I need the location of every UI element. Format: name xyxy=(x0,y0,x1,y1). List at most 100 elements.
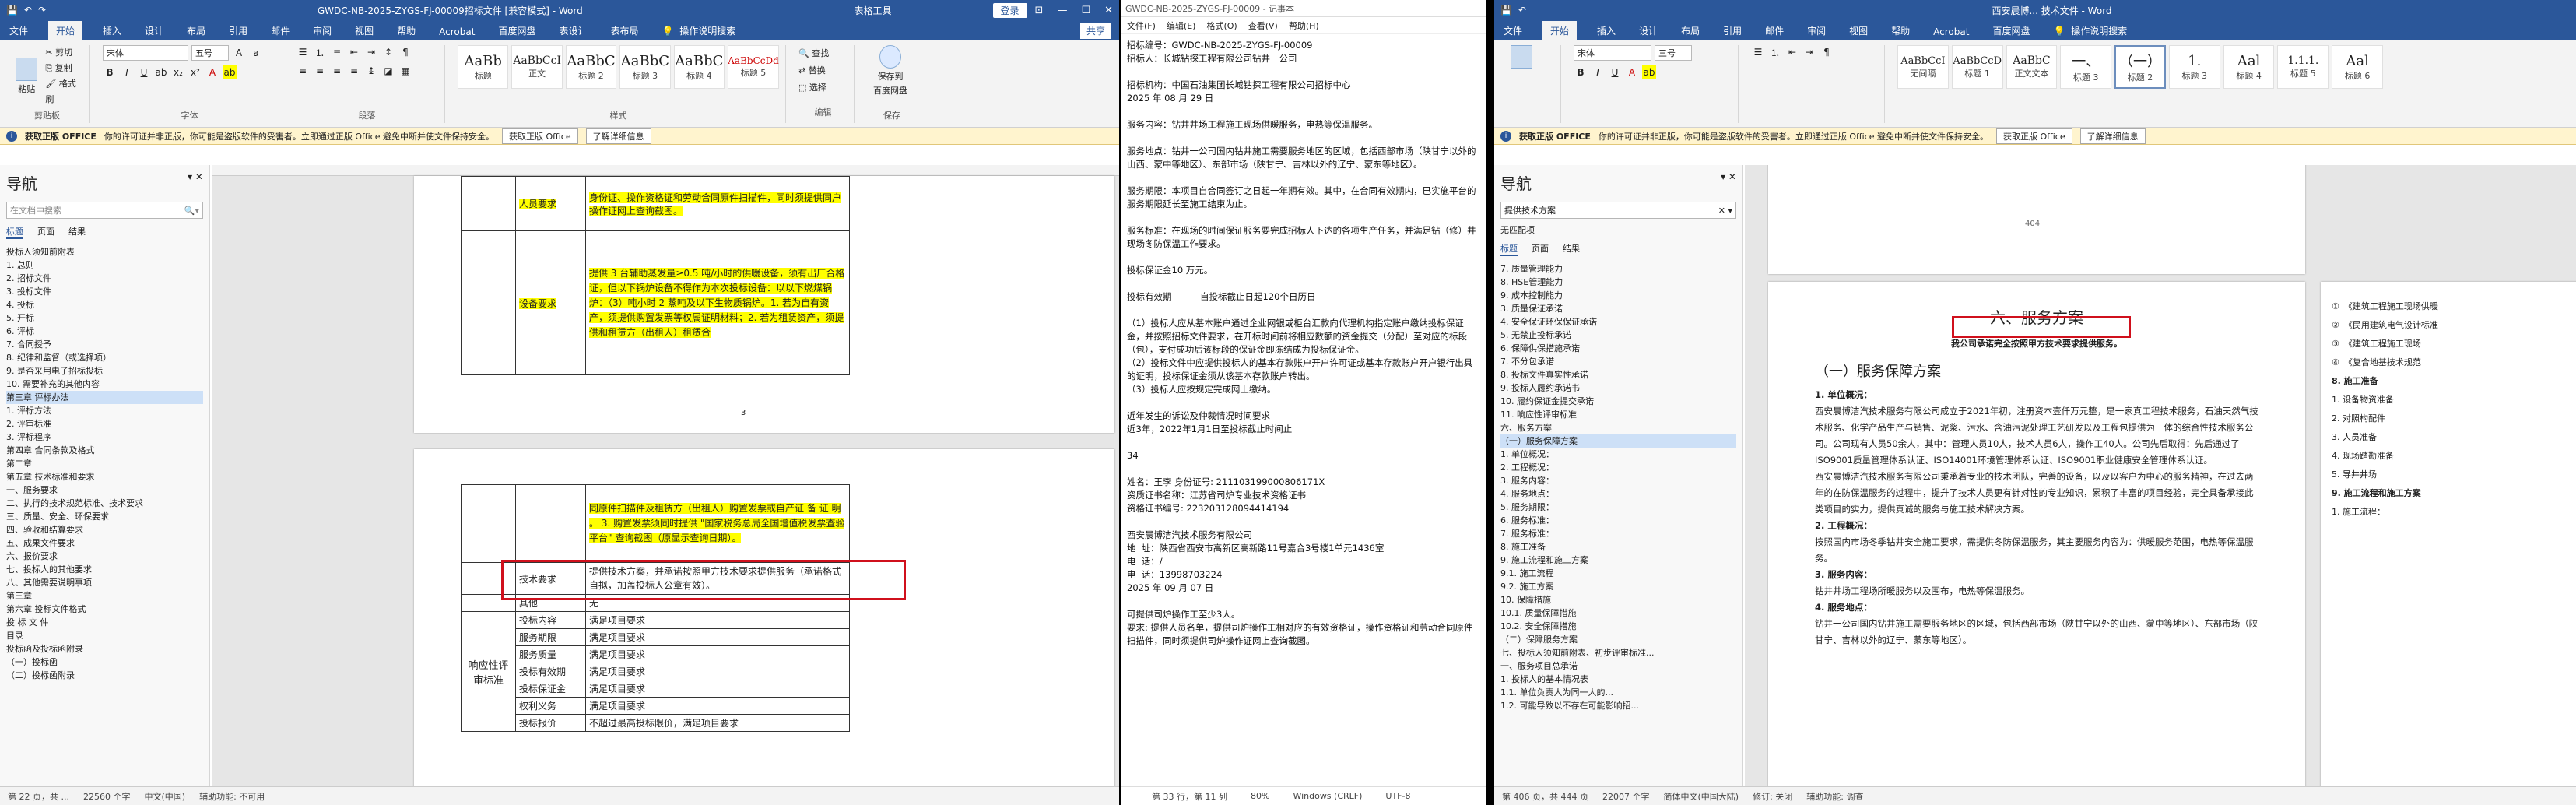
tab-home[interactable]: 开始 xyxy=(48,21,83,40)
tab-acrobat[interactable]: Acrobat xyxy=(1930,23,1972,40)
italic-icon[interactable]: I xyxy=(120,65,134,79)
tab-help[interactable]: 帮助 xyxy=(1888,21,1913,40)
undo-icon[interactable]: ↶ xyxy=(24,5,32,16)
font-name-combo[interactable]: 宋体 xyxy=(103,45,188,61)
shrink-font-icon[interactable]: a xyxy=(249,46,263,60)
nav-heading-item[interactable]: （一）服务保障方案 xyxy=(1500,434,1736,448)
nav-heading-item[interactable]: 1. 总则 xyxy=(6,258,203,272)
nav-heading-item[interactable]: 五、成果文件要求 xyxy=(6,536,203,550)
highlight-icon[interactable]: ab xyxy=(223,65,237,79)
tab-layout[interactable]: 布局 xyxy=(184,21,209,40)
nav-heading-item[interactable]: 7. 服务标准： xyxy=(1500,527,1736,540)
nav-tab-headings[interactable]: 标题 xyxy=(6,225,23,239)
nav-heading-item[interactable]: 一、服务项目总承诺 xyxy=(1500,659,1736,673)
language-indicator[interactable]: 中文(中国) xyxy=(144,790,185,803)
table-cell[interactable]: 满足项目要求 xyxy=(585,645,850,663)
style-item[interactable]: AaBb 标题 xyxy=(458,45,509,89)
underline-icon[interactable]: U xyxy=(1608,65,1622,79)
increase-indent-icon[interactable]: ⇥ xyxy=(364,45,378,59)
nav-heading-item[interactable]: 9. 施工流程和施工方案 xyxy=(1500,554,1736,567)
justify-icon[interactable]: ≡ xyxy=(347,64,361,78)
word-count[interactable]: 22560 个字 xyxy=(83,790,131,803)
nav-heading-item[interactable]: 七、投标人须知前附表、初步评审标准... xyxy=(1500,646,1736,659)
nav-heading-item[interactable]: （一）投标函 xyxy=(6,656,203,669)
tab-baidu[interactable]: 百度网盘 xyxy=(495,21,539,40)
nav-heading-item[interactable]: 8. 施工准备 xyxy=(1500,540,1736,554)
page-count[interactable]: 第 406 页，共 444 页 xyxy=(1502,790,1588,803)
table-cell[interactable]: 同原件扫描件及租赁方（出租人）购置发票或自产证 备 证 明 。 3. 购置发票须… xyxy=(585,484,850,563)
table-cell[interactable]: 满足项目要求 xyxy=(585,611,850,629)
nav-close-icon[interactable]: ▾ ✕ xyxy=(1721,171,1736,194)
style-item[interactable]: AaBbCcI 正文 xyxy=(511,45,563,89)
get-office-button[interactable]: 获取正版 Office xyxy=(1996,128,2072,144)
tab-mailings[interactable]: 邮件 xyxy=(1762,21,1787,40)
nav-heading-item[interactable]: 1. 投标人的基本情况表 xyxy=(1500,673,1736,686)
nav-heading-item[interactable]: 第三章 评标办法 xyxy=(6,391,203,404)
style-item[interactable]: AaBbCcDd 标题 5 xyxy=(728,45,780,89)
nav-tab-results[interactable]: 结果 xyxy=(1563,242,1580,256)
menu-edit[interactable]: 编辑(E) xyxy=(1167,19,1196,31)
nav-heading-item[interactable]: 二、执行的技术规范标准、技术要求 xyxy=(6,497,203,510)
nav-heading-item[interactable]: 六、服务方案 xyxy=(1500,421,1736,434)
nav-heading-item[interactable]: 六、报价要求 xyxy=(6,550,203,563)
tab-baidu[interactable]: 百度网盘 xyxy=(1989,21,2033,40)
learn-more-button[interactable]: 了解详细信息 xyxy=(2079,128,2146,144)
close-icon[interactable]: ✕ xyxy=(1104,5,1113,16)
underline-icon[interactable]: U xyxy=(137,65,151,79)
cut-button[interactable]: ✂ 剪切 xyxy=(45,45,83,61)
nav-heading-item[interactable]: 9.2. 施工方案 xyxy=(1500,580,1736,593)
nav-heading-item[interactable]: 11. 响应性评审标准 xyxy=(1500,408,1736,421)
tab-view[interactable]: 视图 xyxy=(1846,21,1871,40)
nav-heading-item[interactable]: 8. HSE管理能力 xyxy=(1500,276,1736,289)
nav-heading-item[interactable]: （二）保障服务方案 xyxy=(1500,633,1736,646)
align-right-icon[interactable]: ≡ xyxy=(330,64,344,78)
menu-format[interactable]: 格式(O) xyxy=(1206,19,1237,31)
login-button[interactable]: 登录 xyxy=(992,2,1027,18)
show-marks-icon[interactable]: ¶ xyxy=(398,45,412,59)
undo-icon[interactable]: ↶ xyxy=(1518,5,1526,16)
increase-indent-icon[interactable]: ⇥ xyxy=(1802,45,1816,59)
ribbon-display-icon[interactable]: ⊡ xyxy=(1035,5,1044,16)
nav-heading-item[interactable]: 3. 投标文件 xyxy=(6,285,203,298)
nav-heading-item[interactable]: 10. 需要补充的其他内容 xyxy=(6,378,203,391)
redo-icon[interactable]: ↷ xyxy=(38,5,46,16)
nav-heading-item[interactable]: 投标人须知前附表 xyxy=(6,245,203,258)
tab-file[interactable]: 文件 xyxy=(1500,21,1525,40)
nav-heading-item[interactable]: 8. 投标文件真实性承诺 xyxy=(1500,368,1736,381)
bullets-icon[interactable]: ☰ xyxy=(296,45,310,59)
nav-heading-item[interactable]: 2. 工程概况： xyxy=(1500,461,1736,474)
style-item[interactable]: 1. 标题 3 xyxy=(2168,45,2220,89)
nav-heading-item[interactable]: 3. 服务内容： xyxy=(1500,474,1736,487)
tab-review[interactable]: 审阅 xyxy=(1804,21,1829,40)
numbering-icon[interactable]: ⒈ xyxy=(1768,45,1782,59)
table-cell[interactable]: 满足项目要求 xyxy=(585,680,850,698)
nav-heading-item[interactable]: 八、其他需要说明事项 xyxy=(6,576,203,589)
nav-search-input[interactable]: 提供技术方案 ✕ ▾ xyxy=(1500,202,1736,219)
menu-file[interactable]: 文件(F) xyxy=(1127,19,1156,31)
bold-icon[interactable]: B xyxy=(103,65,117,79)
nav-heading-item[interactable]: 2. 评审标准 xyxy=(6,417,203,431)
show-marks-icon[interactable]: ¶ xyxy=(1820,45,1834,59)
nav-heading-item[interactable]: 四、验收和结算要求 xyxy=(6,523,203,536)
accessibility-indicator[interactable]: 辅助功能: 调查 xyxy=(1806,790,1863,803)
page-count[interactable]: 第 22 页，共 ... xyxy=(8,790,69,803)
table-cell[interactable]: 满足项目要求 xyxy=(585,628,850,646)
save-icon[interactable]: 💾 xyxy=(6,5,18,16)
learn-more-button[interactable]: 了解详细信息 xyxy=(585,128,651,144)
grow-font-icon[interactable]: A xyxy=(232,46,246,60)
tab-insert[interactable]: 插入 xyxy=(100,21,125,40)
style-item[interactable]: AaBbCcI 无间隔 xyxy=(1897,45,1949,89)
maximize-icon[interactable]: ☐ xyxy=(1081,5,1090,16)
tab-design[interactable]: 设计 xyxy=(142,21,167,40)
table-cell[interactable]: 不超过最高投标限价，满足项目要求 xyxy=(585,714,850,732)
decrease-indent-icon[interactable]: ⇤ xyxy=(1785,45,1799,59)
style-item[interactable]: Aal 标题 4 xyxy=(2223,45,2275,89)
nav-heading-item[interactable]: 4. 投标 xyxy=(6,298,203,311)
align-center-icon[interactable]: ≡ xyxy=(313,64,327,78)
nav-heading-item[interactable]: 第六章 投标文件格式 xyxy=(6,603,203,616)
font-size-combo[interactable]: 三号 xyxy=(1655,45,1692,61)
bold-icon[interactable]: B xyxy=(1574,65,1588,79)
nav-tab-results[interactable]: 结果 xyxy=(68,225,86,239)
bullets-icon[interactable]: ☰ xyxy=(1751,45,1765,59)
nav-heading-item[interactable]: 7. 不分包承诺 xyxy=(1500,355,1736,368)
